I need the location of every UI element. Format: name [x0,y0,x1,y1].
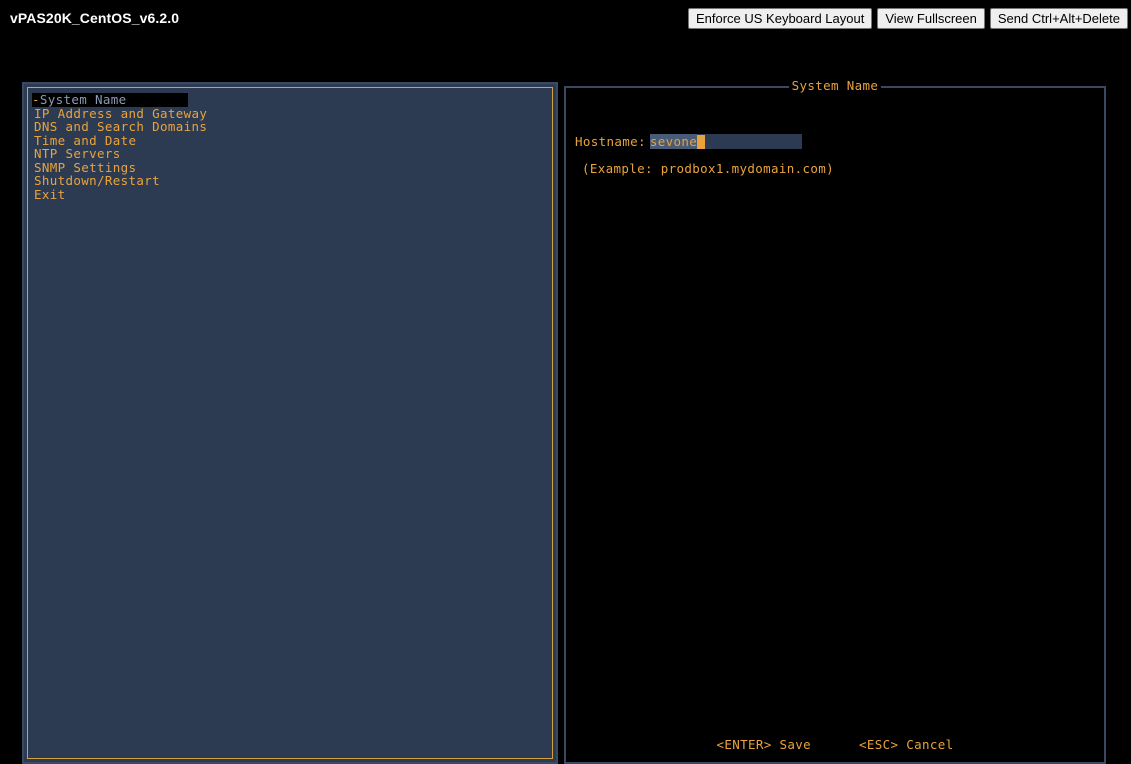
save-action[interactable]: <ENTER> Save [716,737,811,752]
vm-console-screen[interactable]: -System Name IP Address and Gateway DNS … [0,38,1131,764]
configuration-menu-frame: -System Name IP Address and Gateway DNS … [27,87,553,759]
hostname-input[interactable]: sevone [649,134,802,149]
send-ctrl-alt-delete-button[interactable]: Send Ctrl+Alt+Delete [989,8,1128,29]
configuration-menu-panel: -System Name IP Address and Gateway DNS … [22,82,558,764]
vm-title: vPAS20K_CentOS_v6.2.0 [10,10,180,26]
system-name-detail-panel: System Name Hostname: sevone (Example: p… [564,78,1106,764]
detail-panel-title-text: System Name [788,78,882,93]
menu-item-time-and-date[interactable]: Time and Date [32,133,552,148]
menu-item-dns-and-search-domains[interactable]: DNS and Search Domains [32,120,552,134]
view-fullscreen-button[interactable]: View Fullscreen [877,8,985,29]
menu-item-system-name[interactable]: -System Name [32,93,188,107]
hostname-field-row: Hostname: sevone [575,134,802,149]
configuration-menu-list: -System Name IP Address and Gateway DNS … [32,93,552,201]
toolbar-button-group: Enforce US Keyboard Layout View Fullscre… [687,8,1128,29]
menu-item-ntp-servers[interactable]: NTP Servers [32,147,552,161]
text-cursor-icon [697,134,706,149]
enforce-us-keyboard-layout-button[interactable]: Enforce US Keyboard Layout [687,8,873,29]
menu-item-shutdown-restart[interactable]: Shutdown/Restart [32,174,552,188]
hostname-input-value: sevone [649,134,698,149]
detail-panel-actions: <ENTER> Save <ESC> Cancel [566,737,1104,752]
cancel-action[interactable]: <ESC> Cancel [859,737,954,752]
menu-item-ip-address-and-gateway[interactable]: IP Address and Gateway [32,106,552,121]
hostname-example-hint: (Example: prodbox1.mydomain.com) [582,161,835,176]
vm-console-toolbar: vPAS20K_CentOS_v6.2.0 Enforce US Keyboar… [0,0,1131,38]
hostname-label: Hostname: [575,134,646,149]
menu-item-snmp-settings[interactable]: SNMP Settings [32,160,552,175]
menu-item-label: Exit [34,186,66,202]
menu-item-exit[interactable]: Exit [32,186,552,202]
detail-panel-title: System Name [566,78,1104,93]
